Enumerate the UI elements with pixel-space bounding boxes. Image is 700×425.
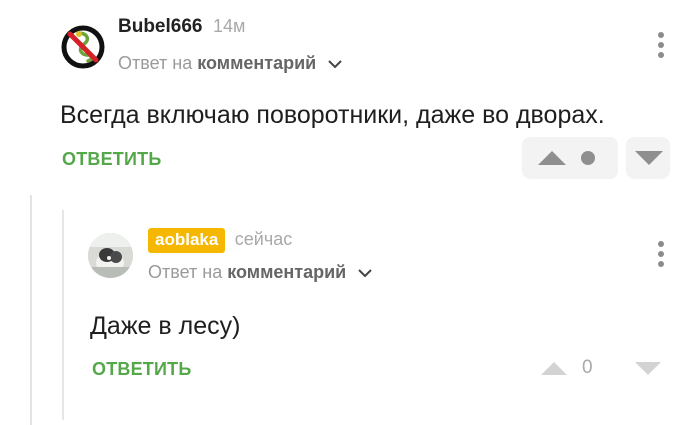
upvote-icon[interactable]	[537, 150, 567, 166]
rating-hidden-dot-icon	[581, 151, 595, 165]
author-name[interactable]: Bubel666	[118, 16, 202, 37]
reply-target: комментарий	[197, 53, 317, 73]
reply-prefix: Ответ на	[148, 262, 223, 282]
chevron-down-icon	[328, 60, 342, 69]
downvote-icon[interactable]	[634, 150, 664, 166]
reply-button[interactable]: ОТВЕТИТЬ	[92, 359, 191, 380]
reply-button[interactable]: ОТВЕТИТЬ	[62, 149, 161, 170]
avatar[interactable]	[88, 233, 133, 278]
chevron-down-icon	[358, 269, 372, 278]
dog-photo-avatar	[88, 233, 133, 278]
comment-time: 14м	[212, 16, 246, 36]
reply-to-link[interactable]: Ответ на комментарий	[118, 53, 343, 74]
rating-score: 0	[582, 357, 593, 378]
reply-target: комментарий	[227, 262, 347, 282]
vote-down-box	[626, 137, 670, 179]
vote-up-box	[522, 137, 618, 179]
more-options-icon[interactable]	[658, 32, 664, 62]
comment-text: Всегда включаю поворотники, даже во двор…	[60, 101, 605, 129]
comment-header: aoblaka сейчас	[148, 228, 292, 253]
comment-text: Даже в лесу)	[90, 312, 241, 340]
reply-prefix: Ответ на	[118, 53, 193, 73]
thread-line-nested	[62, 210, 64, 420]
downvote-icon[interactable]	[634, 361, 662, 376]
comment-time: сейчас	[234, 229, 293, 249]
avatar[interactable]	[60, 24, 106, 70]
thread-line	[30, 195, 32, 425]
reply-to-link[interactable]: Ответ на комментарий	[148, 262, 373, 283]
upvote-icon[interactable]	[540, 361, 568, 376]
comment-header: Bubel666 14м	[118, 16, 245, 38]
no-snake-sign-icon	[61, 25, 105, 69]
author-name[interactable]: aoblaka	[148, 228, 226, 253]
more-options-icon[interactable]	[658, 241, 664, 271]
